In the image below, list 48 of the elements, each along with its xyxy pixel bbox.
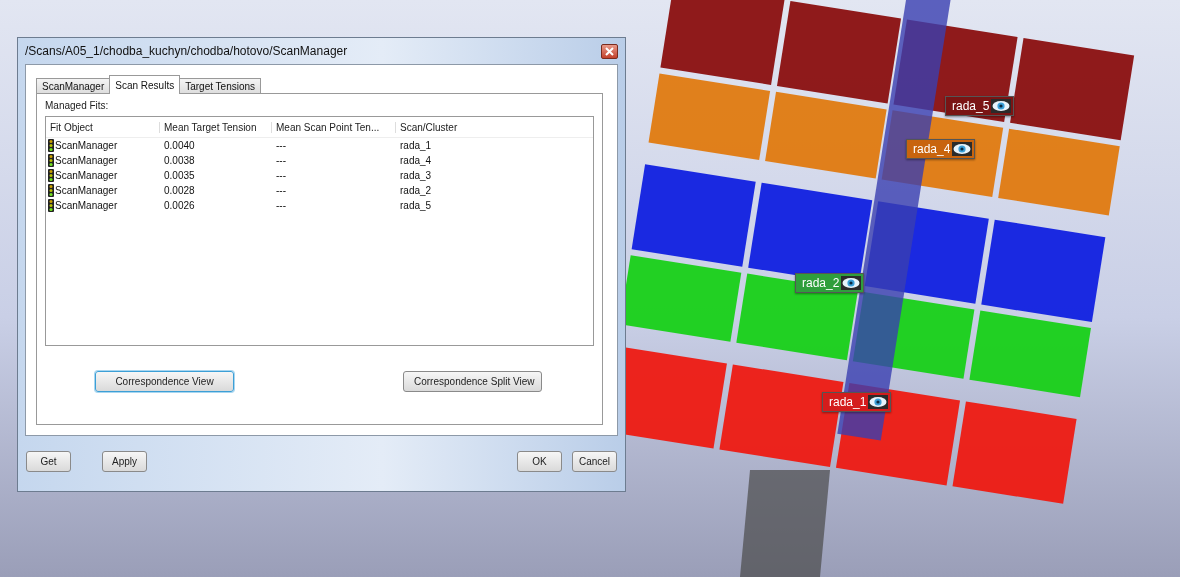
tab[interactable]: ScanManager: [36, 78, 111, 94]
column-header[interactable]: Mean Scan Point Ten...: [272, 121, 396, 133]
table-cell-text: rada_2: [399, 185, 433, 196]
tab[interactable]: Target Tensions: [179, 78, 262, 94]
close-icon[interactable]: [601, 43, 618, 59]
view-button[interactable]: Correspondence View: [95, 371, 234, 392]
eye-icon[interactable]: [952, 142, 973, 156]
table-cell-text: 0.0035: [163, 170, 196, 181]
cluster-label[interactable]: rada_1: [822, 392, 892, 412]
cluster-label[interactable]: rada_4: [906, 139, 976, 159]
column-header[interactable]: Mean Target Tension: [160, 121, 272, 133]
table-cell: ScanManager: [55, 155, 118, 166]
table-cell-text: 0.0028: [163, 185, 196, 196]
traffic-light-icon: [48, 154, 54, 167]
table-cell-text: ---: [275, 200, 287, 211]
table-cell-text: ---: [275, 170, 287, 181]
view-button[interactable]: Correspondence Split View: [403, 371, 542, 392]
table-cell-text: rada_3: [399, 170, 433, 181]
eye-icon[interactable]: [841, 276, 862, 290]
window-title: /Scans/A05_1/chodba_kuchyn/chodba/hotovo/ScanManager: [25, 44, 348, 58]
traffic-light-icon: [48, 139, 54, 152]
eye-icon[interactable]: [991, 99, 1012, 113]
section-label: Managed Fits:: [45, 100, 110, 111]
table-cell: ScanManager: [55, 185, 118, 196]
table-cell-text: 0.0038: [163, 155, 196, 166]
action-button[interactable]: Cancel: [572, 451, 617, 472]
traffic-light-icon: [48, 184, 54, 197]
cluster-label[interactable]: rada_5: [945, 96, 1015, 116]
action-button[interactable]: Apply: [102, 451, 147, 472]
tab[interactable]: Scan Results: [109, 75, 181, 94]
table-cell-text: ---: [275, 140, 287, 151]
column-header[interactable]: Fit Object: [46, 121, 160, 133]
traffic-light-icon: [48, 169, 54, 182]
eye-icon[interactable]: [868, 395, 889, 409]
table-cell: ScanManager: [55, 140, 118, 151]
table-cell-text: rada_1: [399, 140, 433, 151]
table-cell-text: rada_4: [399, 155, 433, 166]
table-cell: ScanManager: [55, 170, 118, 181]
action-button[interactable]: OK: [517, 451, 562, 472]
traffic-light-icon: [48, 199, 54, 212]
table-cell-text: ---: [275, 155, 287, 166]
table-cell: ScanManager: [55, 200, 118, 211]
column-header[interactable]: Scan/Cluster: [396, 121, 535, 133]
action-button[interactable]: Get: [26, 451, 71, 472]
table-cell-text: rada_5: [399, 200, 433, 211]
table-cell-text: 0.0040: [163, 140, 196, 151]
table-cell-text: ---: [275, 185, 287, 196]
table-cell-text: 0.0026: [163, 200, 196, 211]
